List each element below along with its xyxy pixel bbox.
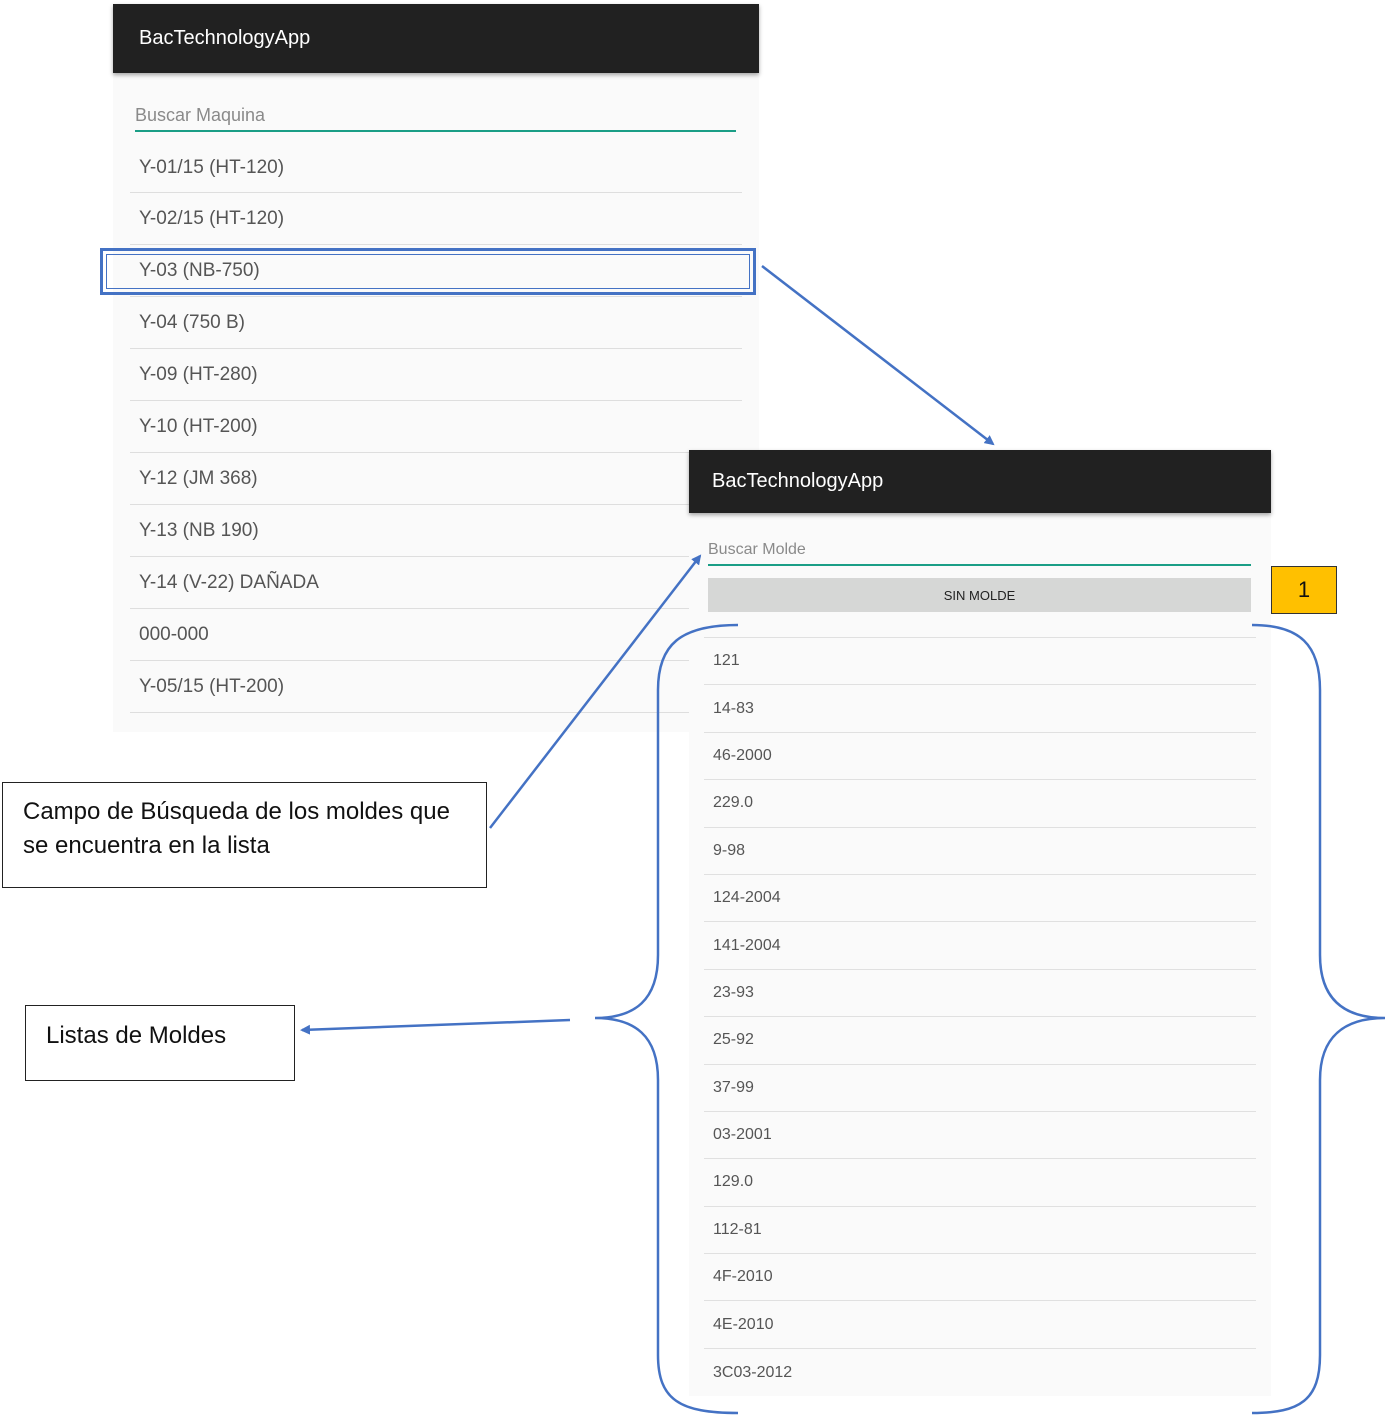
- machine-list-item[interactable]: Y-13 (NB 190): [130, 505, 742, 557]
- machine-list-item[interactable]: Y-02/15 (HT-120): [130, 193, 742, 245]
- mold-list-item[interactable]: 141-2004: [704, 922, 1256, 970]
- machine-list-item[interactable]: Y-12 (JM 368): [130, 453, 742, 505]
- machine-screen: BacTechnologyApp Y-01/15 (HT-120) Y-02/1…: [113, 4, 759, 732]
- machine-search-input[interactable]: [135, 104, 736, 132]
- machine-list: Y-01/15 (HT-120) Y-02/15 (HT-120) Y-03 (…: [130, 143, 742, 713]
- mold-list-item[interactable]: 03-2001: [704, 1112, 1256, 1160]
- machine-list-item[interactable]: Y-01/15 (HT-120): [130, 143, 742, 193]
- mold-list-item[interactable]: 3C03-2012: [704, 1349, 1256, 1396]
- machine-list-item[interactable]: Y-04 (750 B): [130, 297, 742, 349]
- search-callout: Campo de Búsqueda de los moldes que se e…: [2, 782, 487, 888]
- machine-list-item[interactable]: Y-05/15 (HT-200): [130, 661, 742, 713]
- machine-list-item[interactable]: Y-09 (HT-280): [130, 349, 742, 401]
- app-title: BacTechnologyApp: [712, 470, 884, 492]
- mold-list-item[interactable]: 121: [704, 638, 1256, 686]
- right-brace: [1251, 623, 1386, 1415]
- app-bar: BacTechnologyApp: [689, 450, 1271, 513]
- mold-list-item[interactable]: 37-99: [704, 1065, 1256, 1112]
- mold-list-item[interactable]: 14-83: [704, 685, 1256, 733]
- mold-list-item[interactable]: 25-92: [704, 1017, 1256, 1065]
- selected-item-highlight: [100, 248, 756, 295]
- mold-list-item[interactable]: 46-2000: [704, 733, 1256, 781]
- number-badge: 1: [1271, 566, 1337, 614]
- mold-list-item[interactable]: 112-81: [704, 1207, 1256, 1255]
- mold-list-item[interactable]: 129.0: [704, 1159, 1256, 1207]
- mold-search-input[interactable]: [708, 539, 1251, 566]
- mold-list-item[interactable]: 124-2004: [704, 875, 1256, 923]
- arrow-to-mold-screen: [761, 265, 995, 446]
- no-mold-button[interactable]: SIN MOLDE: [708, 578, 1251, 612]
- app-bar: BacTechnologyApp: [113, 4, 759, 73]
- mold-list: 121 14-83 46-2000 229.0 9-98 124-2004 14…: [704, 637, 1256, 1396]
- mold-list-item[interactable]: 4E-2010: [704, 1301, 1256, 1349]
- list-callout: Listas de Moldes: [25, 1005, 295, 1081]
- mold-list-item[interactable]: 4F-2010: [704, 1254, 1256, 1302]
- arrow-to-list-callout: [300, 1018, 571, 1035]
- mold-screen: BacTechnologyApp SIN MOLDE 121 14-83 46-…: [689, 450, 1271, 1396]
- mold-list-item[interactable]: 23-93: [704, 970, 1256, 1018]
- machine-list-item[interactable]: Y-10 (HT-200): [130, 401, 742, 453]
- machine-list-item[interactable]: Y-14 (V-22) DAÑADA: [130, 557, 742, 609]
- mold-list-item[interactable]: 9-98: [704, 828, 1256, 875]
- machine-list-item[interactable]: 000-000: [130, 609, 742, 661]
- mold-list-item[interactable]: 229.0: [704, 780, 1256, 828]
- app-title: BacTechnologyApp: [139, 27, 311, 49]
